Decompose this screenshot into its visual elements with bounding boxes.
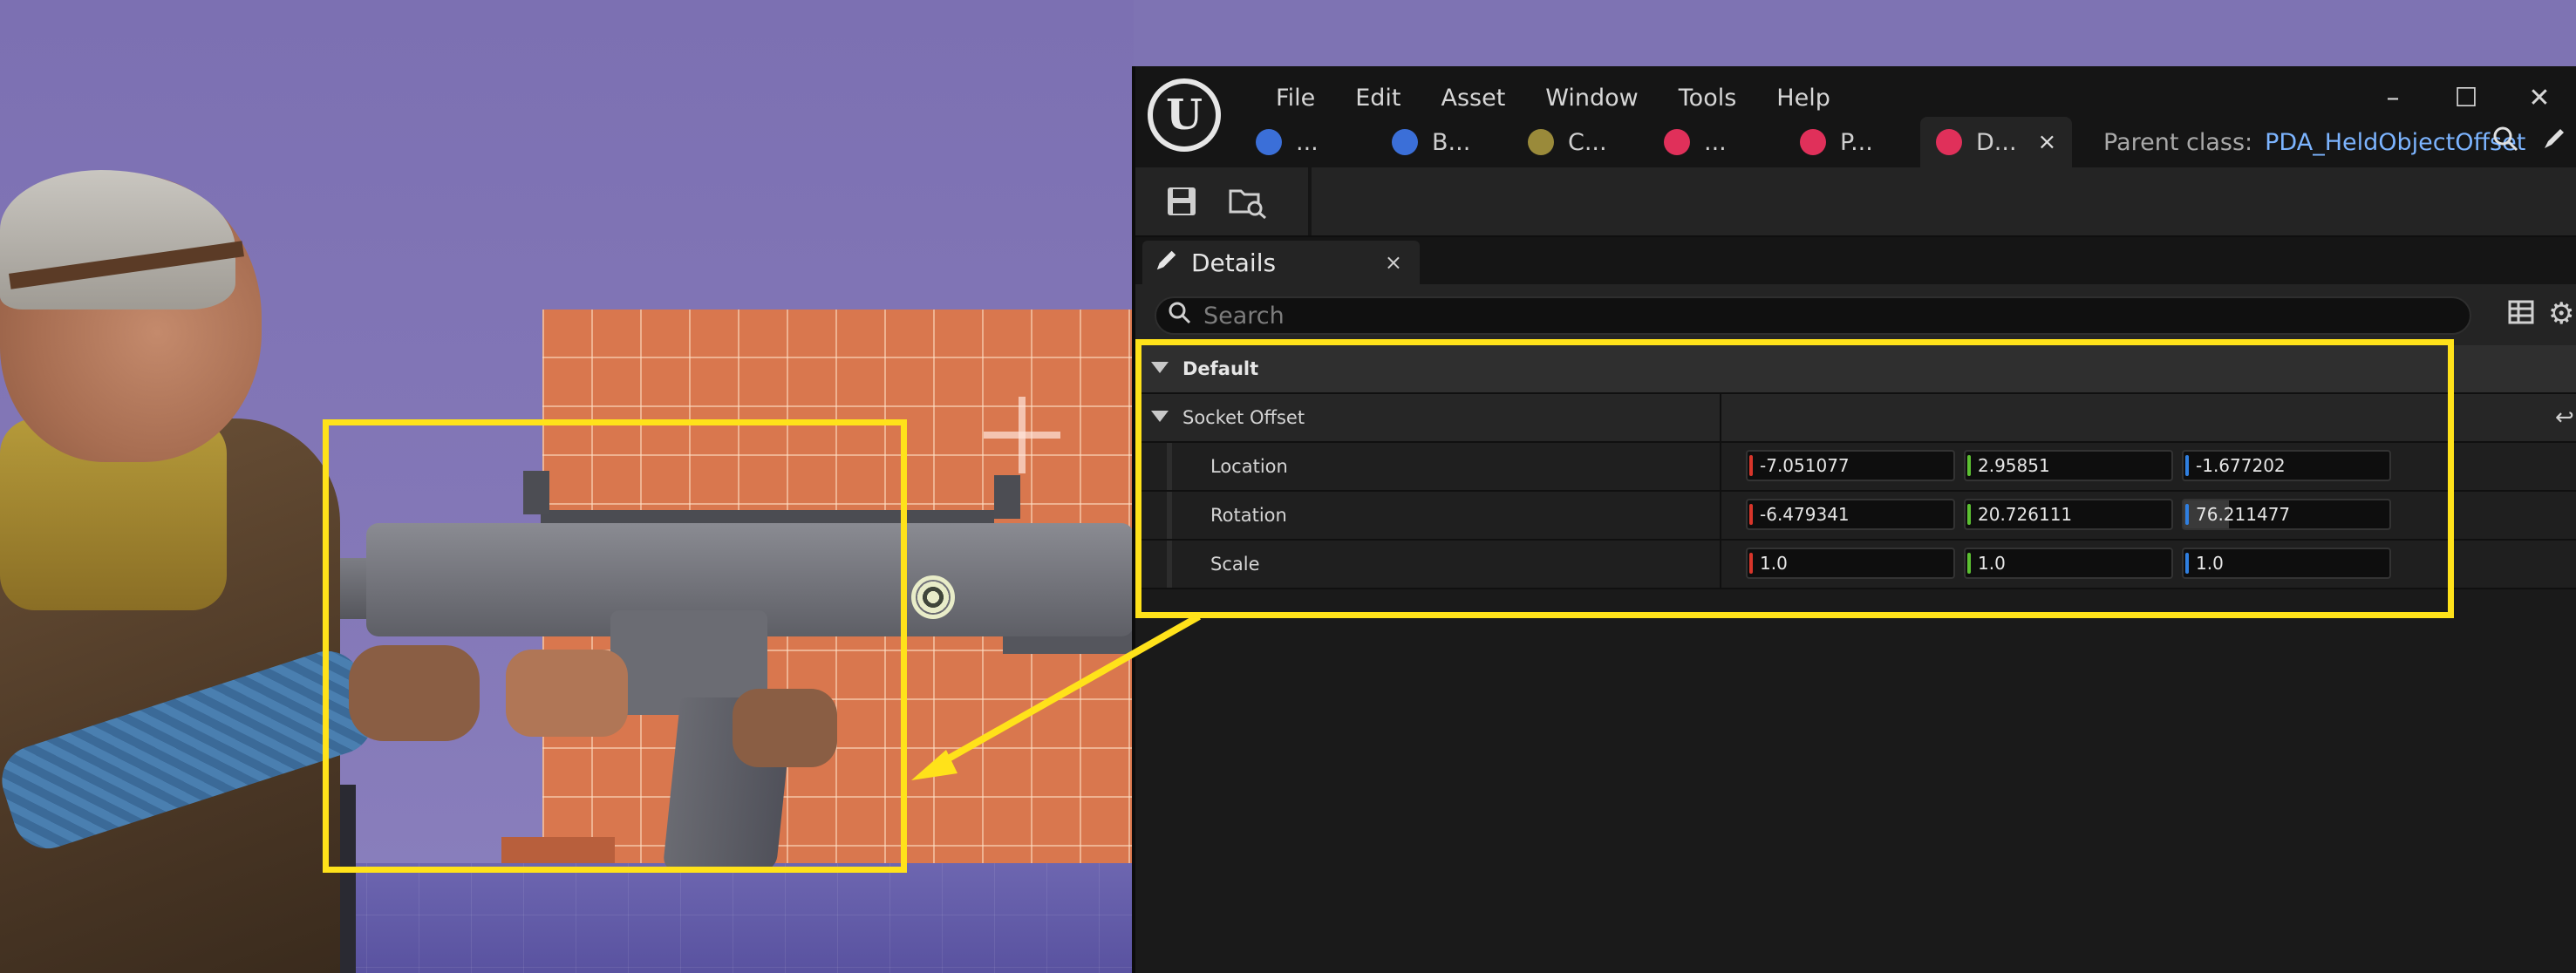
details-search-row: ⚙ [1135,284,2576,345]
toolbar-separator [1308,167,1312,235]
menu-edit[interactable]: Edit [1335,77,1421,120]
tab-label: B... [1432,128,1471,156]
highlight-box-socket-offset [1135,339,2454,618]
data-asset-icon [1936,129,1962,155]
highlight-box-weapon [323,419,907,873]
data-asset-icon [1800,129,1826,155]
save-icon[interactable] [1162,181,1202,221]
tab-asset-2[interactable]: B... [1376,117,1512,167]
character-blueprint-icon [1256,129,1282,155]
maximize-button[interactable]: ☐ [2429,71,2503,124]
window-controls: – ☐ ✕ [2356,71,2576,124]
details-tab-close-icon[interactable]: × [1385,250,1402,275]
asset-tab-bar: ... B... C... ... P... D... × [1240,117,2073,167]
gear-icon[interactable]: ⚙ [2548,296,2574,331]
character-hair [0,170,235,310]
tab-label: ... [1296,128,1319,156]
unreal-logo-icon[interactable]: U [1148,78,1221,152]
game-viewport [0,0,1134,973]
tab-label: ... [1704,128,1727,156]
header-icons [2492,117,2567,167]
rifle-front-sight [994,475,1020,519]
menu-tools[interactable]: Tools [1659,77,1757,120]
search-input[interactable] [1202,301,2426,330]
tab-label: P... [1840,128,1873,156]
edit-pencil-icon[interactable] [2541,126,2567,159]
search-box [1155,296,2471,335]
close-button[interactable]: ✕ [2503,71,2576,124]
details-pencil-icon [1155,248,1179,278]
tab-asset-5[interactable]: P... [1784,117,1920,167]
minimize-button[interactable]: – [2356,71,2429,124]
parent-class-info: Parent class: PDA_HeldObjectOffset [2103,117,2525,167]
socket-target-icon [911,575,955,619]
tab-asset-4[interactable]: ... [1648,117,1784,167]
component-icon [1528,129,1554,155]
title-bar: U File Edit Asset Window Tools Help – ☐ … [1135,66,2576,167]
details-tab-label: Details [1191,248,1277,277]
reset-arrow-icon[interactable]: ↩ [2555,405,2574,431]
browse-search-icon[interactable] [2492,126,2518,159]
menu-file[interactable]: File [1256,77,1335,120]
data-asset-icon [1664,129,1690,155]
parent-class-link[interactable]: PDA_HeldObjectOffset [2265,129,2525,156]
tab-asset-3[interactable]: C... [1512,117,1648,167]
menu-asset[interactable]: Asset [1421,77,1525,120]
tab-label: D... [1976,128,2017,156]
wall-cross-mark [984,432,1060,439]
browse-folder-icon[interactable] [1228,181,1268,221]
toolbar [1135,167,2576,237]
menu-help[interactable]: Help [1756,77,1850,120]
panel-tab-bar: Details × [1135,237,2576,284]
tab-close-icon[interactable]: × [2038,129,2057,155]
menu-bar: File Edit Asset Window Tools Help [1256,77,1850,120]
table-view-icon[interactable] [2508,300,2534,326]
tab-label: C... [1568,128,1607,156]
menu-window[interactable]: Window [1525,77,1658,120]
search-icon [1169,302,1191,330]
blueprint-icon [1392,129,1418,155]
tab-asset-6-active[interactable]: D... × [1920,117,2073,167]
details-panel-tab[interactable]: Details × [1142,241,1420,284]
tab-asset-1[interactable]: ... [1240,117,1376,167]
parent-class-label: Parent class: [2103,128,2253,156]
